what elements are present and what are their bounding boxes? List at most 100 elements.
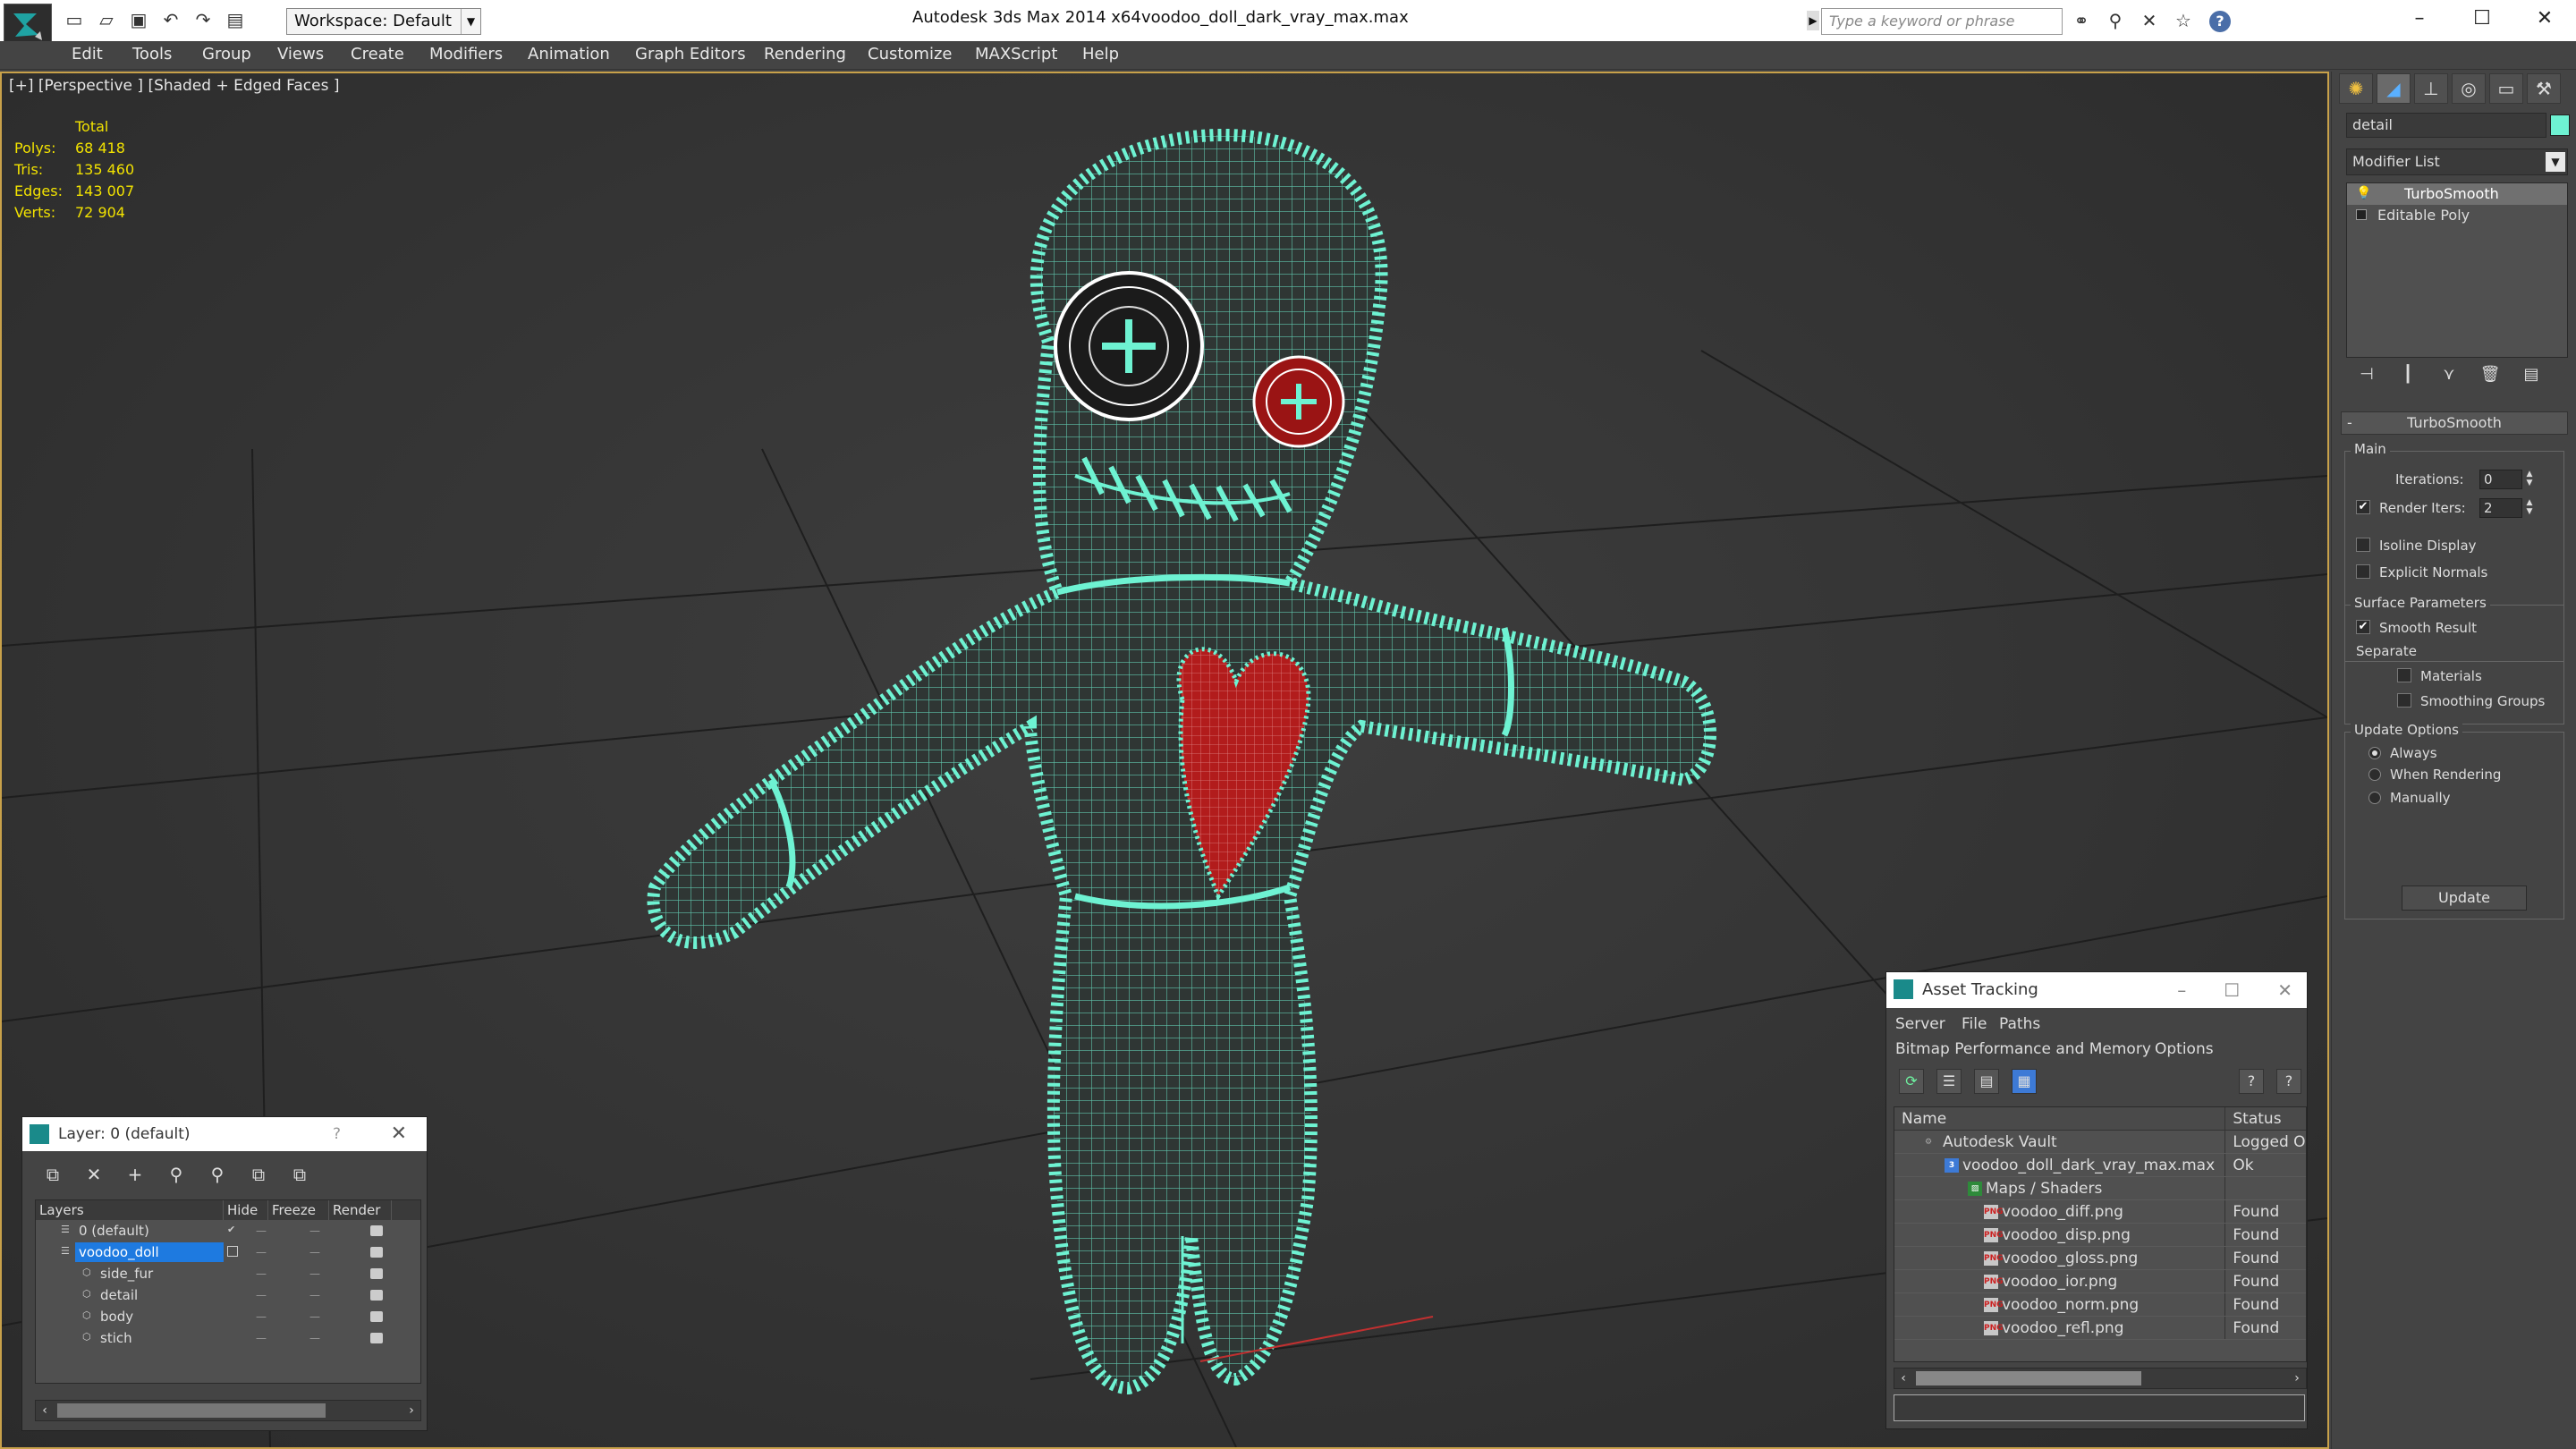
menu-rendering[interactable]: Rendering <box>764 45 846 64</box>
help-button[interactable]: ? <box>2209 11 2231 32</box>
turbosmooth-rollout-header[interactable]: - TurboSmooth <box>2341 411 2568 435</box>
render-teapot-icon[interactable] <box>370 1311 383 1322</box>
vault-help-icon[interactable]: ? <box>2239 1069 2264 1094</box>
asset-row[interactable]: PNG voodoo_norm.png Found <box>1894 1293 2306 1317</box>
stack-item-editable-poly[interactable]: Editable Poly <box>2347 205 2567 226</box>
render-teapot-icon[interactable] <box>370 1290 383 1301</box>
column-freeze[interactable]: Freeze <box>268 1200 329 1220</box>
isoline-checkbox[interactable] <box>2356 538 2370 552</box>
render-teapot-icon[interactable] <box>370 1247 383 1258</box>
motion-tab-icon[interactable]: ◎ <box>2452 73 2486 104</box>
layer-row[interactable]: ☰ 0 (default) ✔ — — <box>36 1220 420 1241</box>
freeze-toggle[interactable]: — <box>309 1220 320 1241</box>
asset-row[interactable]: PNG voodoo_gloss.png Found <box>1894 1247 2306 1270</box>
asset-row[interactable]: ▨ Maps / Shaders <box>1894 1177 2306 1200</box>
asset-row[interactable]: PNG voodoo_disp.png Found <box>1894 1224 2306 1247</box>
lightbulb-icon[interactable]: 💡 <box>2356 187 2371 199</box>
asset-row[interactable]: PNG voodoo_diff.png Found <box>1894 1200 2306 1224</box>
select-objects-icon[interactable]: ⚲ <box>164 1162 189 1187</box>
display-tab-icon[interactable]: ▭ <box>2489 73 2523 104</box>
scroll-left-icon[interactable]: ‹ <box>36 1401 54 1420</box>
menu-bitmap-performance[interactable]: Bitmap Performance and Memory <box>1895 1040 2151 1058</box>
freeze-toggle[interactable]: — <box>309 1241 320 1263</box>
object-name-field[interactable]: detail <box>2346 113 2546 138</box>
spinner-arrows-icon[interactable]: ▲ ▼ <box>2524 470 2535 489</box>
hide-toggle[interactable]: — <box>256 1327 267 1349</box>
close-icon[interactable]: ✕ <box>2277 972 2292 1008</box>
hide-toggle[interactable]: — <box>256 1220 267 1241</box>
make-unique-icon[interactable]: ⋎ <box>2437 361 2461 388</box>
render-teapot-icon[interactable] <box>370 1225 383 1236</box>
maximize-icon[interactable]: ☐ <box>2224 972 2240 1008</box>
expand-icon[interactable] <box>2356 209 2367 220</box>
layer-row[interactable]: ⬡ detail — — <box>36 1284 420 1306</box>
configure-sets-icon[interactable]: ▤ <box>2520 361 2543 388</box>
set-current-box[interactable] <box>227 1246 238 1257</box>
create-layer-icon[interactable]: ⧉ <box>40 1162 65 1187</box>
asset-row[interactable]: PNG voodoo_ior.png Found <box>1894 1270 2306 1293</box>
subscription-icon[interactable]: ⚲ <box>2104 9 2127 32</box>
hierarchy-tab-icon[interactable]: ⊥ <box>2414 73 2448 104</box>
update-button[interactable]: Update <box>2402 886 2527 911</box>
render-iters-checkbox[interactable]: ✔ <box>2356 500 2370 514</box>
render-teapot-icon[interactable] <box>370 1268 383 1279</box>
help-icon[interactable]: ? <box>333 1117 341 1151</box>
layer-horizontal-scrollbar[interactable]: ‹ › <box>35 1400 421 1421</box>
menu-create[interactable]: Create <box>351 45 404 64</box>
smooth-result-checkbox[interactable]: ✔ <box>2356 620 2370 634</box>
menu-tools[interactable]: Tools <box>132 45 172 64</box>
scroll-thumb[interactable] <box>1916 1371 2141 1385</box>
menu-edit[interactable]: Edit <box>72 45 103 64</box>
menu-graph-editors[interactable]: Graph Editors <box>635 45 746 64</box>
list-view-icon[interactable]: ☰ <box>1936 1069 1962 1094</box>
close-icon[interactable]: ✕ <box>391 1117 407 1151</box>
save-file-icon[interactable]: ▣ <box>127 9 150 30</box>
perspective-viewport[interactable]: [+] [Perspective ] [Shaded + Edged Faces… <box>0 72 2329 1449</box>
always-radio[interactable] <box>2368 747 2381 759</box>
remove-modifier-icon[interactable]: 🗑 <box>2479 361 2502 388</box>
object-color-swatch[interactable] <box>2550 114 2570 136</box>
new-file-icon[interactable]: ▭ <box>63 9 86 30</box>
hide-all-icon[interactable]: ⧉ <box>246 1162 271 1187</box>
asset-row[interactable]: PNG voodoo_refl.png Found <box>1894 1317 2306 1340</box>
viewport-label[interactable]: [+] [Perspective ] [Shaded + Edged Faces… <box>9 77 339 95</box>
maximize-icon[interactable]: ☐ <box>2451 0 2513 38</box>
menu-options[interactable]: Options <box>2155 1040 2214 1058</box>
tree-view-icon[interactable]: ▤ <box>1974 1069 1999 1094</box>
open-file-icon[interactable]: ▱ <box>95 9 118 30</box>
favorites-star-icon[interactable]: ☆ <box>2172 9 2195 32</box>
asset-row[interactable]: 3 voodoo_doll_dark_vray_max.max Ok <box>1894 1154 2306 1177</box>
app-logo-button[interactable] <box>4 4 52 47</box>
scroll-left-icon[interactable]: ‹ <box>1894 1368 1912 1388</box>
freeze-toggle[interactable]: — <box>309 1306 320 1327</box>
freeze-toggle[interactable]: — <box>309 1263 320 1284</box>
column-status[interactable]: Status <box>2225 1107 2306 1130</box>
delete-layer-icon[interactable]: ✕ <box>81 1162 106 1187</box>
create-tab-icon[interactable]: ✺ <box>2339 73 2373 104</box>
freeze-toggle[interactable]: — <box>309 1284 320 1306</box>
menu-maxscript[interactable]: MAXScript <box>975 45 1057 64</box>
menu-modifiers[interactable]: Modifiers <box>429 45 503 64</box>
search-expand-icon[interactable]: ▶ <box>1807 11 1819 30</box>
highlight-layer-icon[interactable]: ⚲ <box>205 1162 230 1187</box>
refresh-icon[interactable]: ⟳ <box>1899 1069 1924 1094</box>
menu-customize[interactable]: Customize <box>868 45 952 64</box>
modify-tab-icon[interactable]: ◢ <box>2377 73 2411 104</box>
hide-toggle[interactable]: — <box>256 1306 267 1327</box>
table-view-icon[interactable]: ▦ <box>2012 1069 2037 1094</box>
utilities-tab-icon[interactable]: ⚒ <box>2527 73 2561 104</box>
freeze-all-icon[interactable]: ⧉ <box>287 1162 312 1187</box>
column-render[interactable]: Render <box>329 1200 392 1220</box>
minimize-icon[interactable]: – <box>2177 972 2186 1008</box>
when-rendering-radio[interactable] <box>2368 768 2381 781</box>
stack-item-turbosmooth[interactable]: 💡 TurboSmooth <box>2347 183 2567 205</box>
communication-icon[interactable]: ✕ <box>2138 9 2161 32</box>
undo-icon[interactable]: ↶ <box>159 9 182 30</box>
pin-stack-icon[interactable]: ⊣ <box>2355 361 2378 388</box>
menu-server[interactable]: Server <box>1895 1015 1945 1033</box>
close-icon[interactable]: ✕ <box>2513 0 2576 38</box>
workspace-select[interactable]: Workspace: Default ▼ <box>286 8 481 35</box>
show-end-result-icon[interactable]: ┃ <box>2396 361 2419 388</box>
search-input[interactable]: Type a keyword or phrase <box>1821 8 2063 35</box>
column-hide[interactable]: Hide <box>224 1200 268 1220</box>
